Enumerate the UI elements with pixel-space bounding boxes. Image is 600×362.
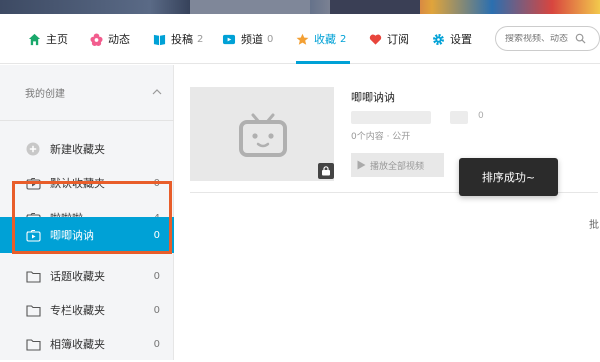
nav-tab-submissions[interactable]: 投稿 2 (153, 14, 203, 64)
nav-tab-count: 2 (197, 33, 204, 45)
sidebar-item-label: 专栏收藏夹 (50, 304, 105, 317)
nav-tab-channels[interactable]: 频道 0 (222, 14, 273, 64)
sidebar-section-header[interactable]: 我的创建 (0, 65, 174, 121)
folder-title: 唧唧讷讷 (351, 91, 395, 104)
sidebar-item-count: 0 (153, 338, 160, 350)
toast-message: 排序成功~ (481, 171, 536, 184)
folder-icon (25, 268, 41, 284)
gear-icon (432, 33, 445, 46)
sidebar-item-label: 新建收藏夹 (50, 143, 105, 156)
search-input[interactable] (505, 33, 571, 44)
sort-success-toast: 排序成功~ (459, 158, 558, 196)
blurred-text (351, 111, 431, 124)
nav-tab-settings[interactable]: 设置 (432, 14, 472, 64)
star-icon (296, 33, 309, 46)
nav-tab-subscriptions[interactable]: 订阅 (369, 14, 409, 64)
banner-segment (330, 0, 420, 14)
folder-meta: 0个内容 · 公开 (351, 132, 411, 142)
lock-icon (318, 163, 334, 179)
play-all-button[interactable]: 播放全部视频 (351, 153, 444, 177)
folder-cover[interactable] (190, 87, 334, 181)
active-tab-indicator (296, 61, 350, 64)
profile-nav-bar: 主页 动态 投稿 2 频道 0 收藏 2 订阅 设置 搜索视频、动态 (0, 14, 600, 64)
blurred-count: 0 (478, 111, 484, 121)
nav-tab-home[interactable]: 主页 (28, 14, 68, 64)
nav-tab-label: 频道 (241, 33, 263, 46)
sidebar-item-label: 相簿收藏夹 (50, 338, 105, 351)
sidebar-item-column-folder[interactable]: 专栏收藏夹 0 (0, 292, 174, 328)
sidebar-item-topic-folder[interactable]: 话题收藏夹 0 (0, 258, 174, 294)
heart-icon (369, 33, 382, 46)
folder-icon (25, 302, 41, 318)
plus-circle-icon (25, 141, 41, 157)
search-icon[interactable] (575, 33, 586, 44)
nav-tab-label: 投稿 (171, 33, 193, 46)
home-icon (28, 33, 41, 46)
annotation-highlight-box (12, 181, 172, 254)
banner-segment (190, 0, 310, 14)
nav-tab-label: 收藏 (314, 33, 336, 46)
sidebar-item-new-folder[interactable]: 新建收藏夹 (0, 131, 174, 167)
book-icon (153, 33, 166, 46)
chevron-up-icon[interactable] (152, 87, 162, 98)
nav-tab-label: 订阅 (387, 33, 409, 46)
nav-tab-favorites[interactable]: 收藏 2 (296, 14, 346, 64)
sidebar-item-count: 0 (153, 270, 160, 282)
search-box[interactable] (495, 26, 600, 51)
nav-tab-label: 设置 (450, 33, 472, 46)
flower-icon (90, 32, 103, 46)
top-banner (0, 0, 600, 14)
nav-tab-label: 主页 (46, 33, 68, 46)
nav-tab-count: 2 (340, 33, 347, 45)
blurred-text (450, 111, 468, 124)
sidebar-item-album-folder[interactable]: 相簿收藏夹 0 (0, 326, 174, 362)
play-icon (357, 160, 366, 170)
bilibili-tv-icon (238, 113, 288, 161)
play-all-label: 播放全部视频 (370, 160, 425, 171)
batch-action-text[interactable]: 批 (589, 216, 599, 231)
folder-icon (25, 336, 41, 352)
sidebar-item-label: 话题收藏夹 (50, 270, 105, 283)
sidebar-section-title: 我的创建 (25, 89, 65, 100)
nav-tab-label: 动态 (108, 33, 130, 46)
sidebar-item-count: 0 (153, 304, 160, 316)
nav-tab-count: 0 (267, 33, 274, 45)
nav-tab-dynamic[interactable]: 动态 (90, 14, 130, 64)
tv-icon (222, 33, 236, 46)
